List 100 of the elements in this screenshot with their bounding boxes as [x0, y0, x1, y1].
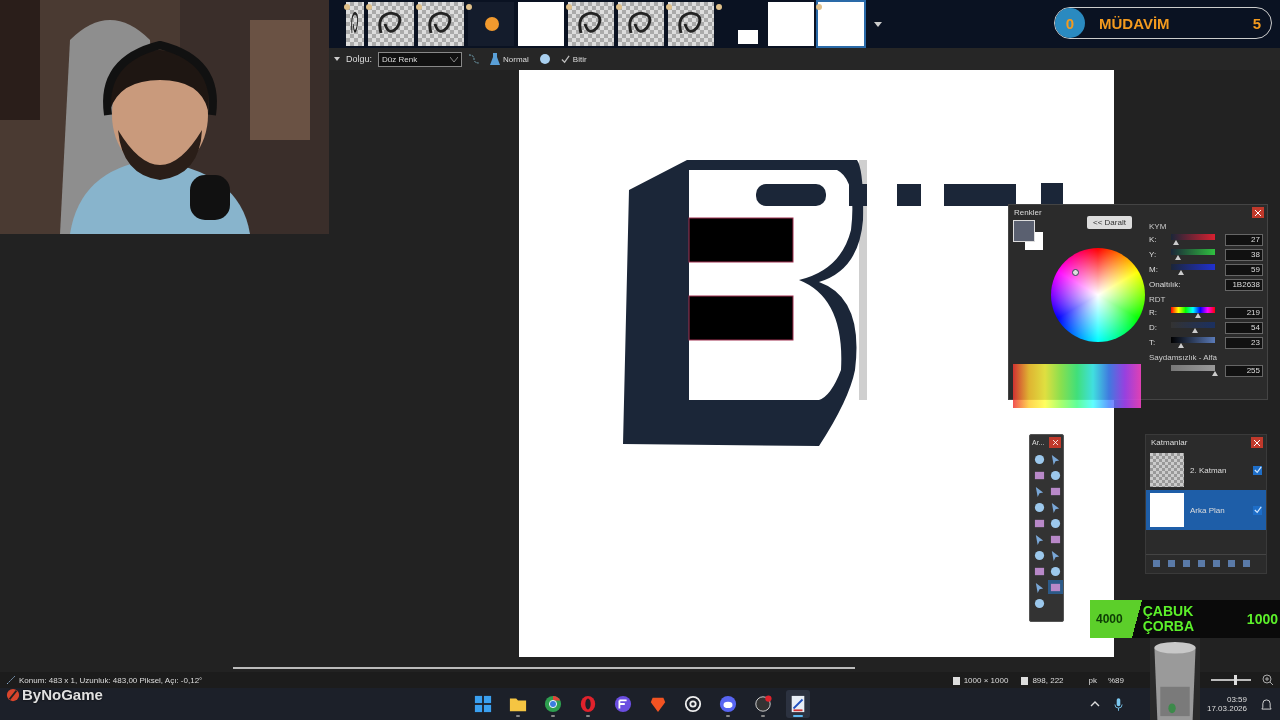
rectangle-icon: [1050, 485, 1061, 497]
caret-icon: [450, 56, 458, 62]
rectangle-icon: [1034, 565, 1045, 577]
channel-value[interactable]: 59: [1225, 263, 1263, 276]
dashed-line[interactable]: [756, 184, 1016, 206]
channel-label: Y:: [1149, 250, 1158, 259]
visibility-checkbox[interactable]: [1253, 465, 1262, 475]
microphone-icon[interactable]: [1113, 697, 1123, 711]
counter-right: 5: [1252, 14, 1261, 32]
taskbar-app[interactable]: [785, 690, 810, 718]
image-thumbnail[interactable]: [568, 2, 614, 46]
channel-slider[interactable]: [1171, 233, 1215, 246]
rectangle-icon: [1050, 581, 1061, 593]
image-thumbnail[interactable]: [668, 2, 714, 46]
stream-logo: ByNoGame: [22, 686, 103, 703]
horizontal-scrollbar[interactable]: [233, 667, 855, 669]
tool-button[interactable]: [1048, 516, 1063, 530]
pointer-icon: [1034, 485, 1045, 497]
color-palette[interactable]: [1013, 364, 1141, 408]
notification-icon[interactable]: [1261, 697, 1272, 711]
image-size-icon: [950, 675, 961, 685]
image-size: 1000 × 1000: [963, 675, 1009, 685]
rectangle-icon: [1034, 469, 1045, 481]
image-thumbnail[interactable]: [368, 2, 414, 46]
layer-item[interactable]: 2. Katman: [1146, 450, 1266, 490]
visibility-checkbox[interactable]: [1253, 505, 1262, 515]
tool-button[interactable]: [1048, 468, 1063, 482]
cursor-position: 898, 222: [1032, 675, 1064, 685]
tool-button[interactable]: [1032, 452, 1047, 466]
collapse-button[interactable]: << Daralt: [1087, 216, 1132, 229]
channel-value[interactable]: 54: [1225, 321, 1263, 334]
circle-icon: [1034, 453, 1045, 465]
circle-icon: [1050, 469, 1061, 481]
channel-value[interactable]: 23: [1225, 336, 1263, 349]
promo-right: 1000: [1246, 611, 1278, 627]
chevron-icon[interactable]: [1089, 701, 1100, 707]
circle-icon: [1034, 549, 1045, 561]
finish-button[interactable]: Bitir: [556, 54, 591, 64]
close-button[interactable]: [1252, 207, 1264, 218]
channel-value[interactable]: 38: [1225, 248, 1263, 261]
color-swatches[interactable]: [1013, 220, 1045, 252]
caret-icon[interactable]: [334, 57, 340, 61]
curve-icon[interactable]: [468, 53, 480, 65]
alpha-value[interactable]: 255: [1225, 364, 1263, 377]
tool-button[interactable]: [1032, 500, 1047, 514]
image-thumbnail[interactable]: [618, 2, 664, 46]
promo-title: ÇABUK: [1142, 604, 1195, 619]
fill-dropdown[interactable]: Düz Renk: [378, 51, 462, 67]
promo-left: 4000: [1096, 612, 1123, 626]
tool-button[interactable]: [1032, 596, 1047, 610]
layer-item[interactable]: Arka Plan: [1146, 490, 1266, 530]
tool-button[interactable]: [1048, 564, 1063, 578]
image-thumbnail[interactable]: [346, 2, 364, 46]
windows-icon: [473, 695, 492, 713]
channel-label: M:: [1149, 265, 1159, 274]
alpha-label: Saydamsızlık - Alfa: [1149, 353, 1219, 362]
hex-label: Onaltılık:: [1149, 280, 1182, 289]
check-icon: [560, 54, 570, 64]
channel-value[interactable]: 27: [1225, 233, 1263, 246]
tool-button[interactable]: [1032, 548, 1047, 562]
browser-icon: [578, 695, 597, 713]
close-button[interactable]: [1251, 437, 1263, 448]
image-thumbnail[interactable]: [768, 2, 814, 46]
pointer-icon: [1034, 581, 1045, 593]
unit-dropdown[interactable]: pk: [1088, 675, 1097, 685]
channel-label: R:: [1149, 308, 1158, 317]
counter-left: 0: [1055, 8, 1085, 38]
image-thumbnail[interactable]: [418, 2, 464, 46]
close-icon: [1255, 209, 1261, 216]
clock-date[interactable]: 17.03.2026: [1206, 704, 1247, 713]
zoom-in-icon[interactable]: [1262, 674, 1274, 686]
image-thumbnail[interactable]: [818, 2, 864, 46]
image-thumbnail[interactable]: [518, 2, 564, 46]
circle-icon: [1034, 501, 1045, 513]
close-button[interactable]: [1049, 437, 1061, 448]
zoom-value[interactable]: %89: [1108, 675, 1124, 685]
pointer-icon: [1050, 453, 1061, 465]
browser-icon: [543, 695, 562, 713]
panel-title: Katmanlar: [1151, 438, 1188, 447]
record-icon: [753, 695, 772, 713]
channel-label: D:: [1149, 323, 1158, 332]
circle-icon: [1050, 565, 1061, 577]
antialias-icon[interactable]: [538, 53, 551, 65]
image-thumbnail[interactable]: [468, 2, 514, 46]
clock-time[interactable]: 03:59: [1226, 695, 1247, 704]
fill-label: Dolgu:: [346, 54, 372, 64]
handle-icon[interactable]: [1041, 183, 1063, 205]
circle-icon: [1050, 517, 1061, 529]
channel-value[interactable]: 219: [1225, 306, 1263, 319]
dropdown-icon[interactable]: [874, 20, 882, 28]
hex-field[interactable]: 1B2638: [1225, 278, 1263, 291]
circle-icon: [1034, 597, 1045, 609]
flask-icon: [490, 53, 500, 65]
blend-mode-dropdown[interactable]: Normal: [486, 53, 533, 65]
channel-label: K:: [1149, 235, 1158, 244]
pointer-icon: [1050, 501, 1061, 513]
layer-thumbnail: [1150, 453, 1184, 487]
status-text: Konum: 483 x 1, Uzunluk: 483,00 Piksel, Açı: -0,12°: [19, 675, 203, 685]
layer-thumbnail: [1150, 493, 1184, 527]
pointer-icon: [1034, 533, 1045, 545]
